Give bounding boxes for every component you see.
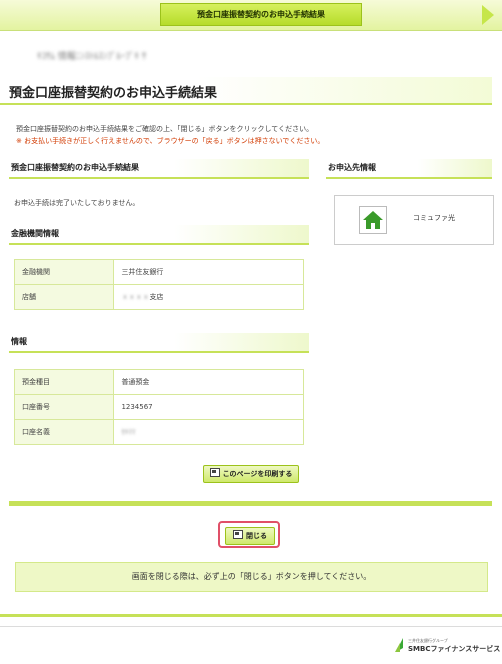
table-row: 預金種目 普通預金 (13, 369, 304, 395)
intro-text: 預金口座振替契約のお申込手続結果をご確認の上、「閉じる」ボタンをクリックしてくだ… (16, 123, 324, 147)
home-icon (359, 206, 387, 234)
intro-line: 預金口座振替契約のお申込手続結果をご確認の上、「閉じる」ボタンをクリックしてくだ… (16, 125, 314, 133)
table-row: 口座番号 1234567 (13, 394, 304, 420)
result-heading-text: 預金口座振替契約のお申込手続結果 (11, 163, 139, 172)
merchant-name: コミュファ光 (413, 214, 455, 222)
table-row: 口座名義 ｾｷﾏﾏ (13, 419, 304, 445)
step-arrow-icon (482, 5, 494, 25)
page-title-text: 預金口座振替契約のお申込手続結果 (9, 86, 218, 101)
print-button-label: このページを印刷する (222, 470, 293, 478)
result-message: お申込手続は完了いたしておりません。 (14, 199, 140, 207)
table-value: 普通預金 (113, 369, 304, 395)
printer-icon (209, 468, 220, 477)
intro-warning: ※ お支払い手続きが正しく行えませんので、ブラウザーの「戻る」ボタンは押さないで… (16, 137, 325, 145)
merchant-heading-text: お申込先情報 (328, 163, 376, 172)
step-bar: 預金口座振替契約のお申込手続結果 (0, 0, 502, 31)
table-key: 預金種目 (13, 369, 115, 395)
bank-info-table: 金融機関 三井住友銀行 店舗 ｘｘｘｘ支店 (13, 259, 304, 310)
close-notice: 画面を閉じる際は、必ず上の「閉じる」ボタンを押してください。 (15, 562, 488, 592)
table-value: ｾｷﾏﾏ (113, 419, 304, 445)
table-row: 店舗 ｘｘｘｘ支店 (13, 284, 304, 310)
masked-account-name: ｾｷﾏﾏ (121, 428, 136, 436)
page-title: 預金口座振替契約のお申込手続結果 (0, 77, 492, 105)
result-section-heading: 預金口座振替契約のお申込手続結果 (9, 159, 309, 179)
account-section-heading: 情報 (9, 333, 309, 353)
table-key: 金融機関 (13, 259, 115, 285)
footer-line (0, 626, 502, 627)
step-label: 預金口座振替契約のお申込手続結果 (160, 3, 362, 26)
masked-user-name: ｷｺｻﾑ 情報ﾆﾝｽﾄﾙｽﾝﾌﾟﾙｰﾌﾟｷ ｻ (37, 52, 147, 61)
account-heading-text: 情報 (11, 337, 27, 346)
branch-suffix: 支店 (149, 293, 164, 301)
merchant-section-heading: お申込先情報 (326, 159, 492, 179)
bank-heading-text: 金融機関情報 (11, 229, 59, 238)
company-logo: 三井住友銀行グループ SMBCファイナンスサービス (394, 636, 502, 660)
table-value: 1234567 (113, 394, 304, 420)
table-value: ｘｘｘｘ支店 (113, 284, 304, 310)
footer-divider (0, 614, 502, 617)
close-icon (233, 530, 243, 539)
main-divider (9, 501, 492, 506)
merchant-box: コミュファ光 (334, 195, 494, 245)
table-key: 店舗 (13, 284, 115, 310)
bank-section-heading: 金融機関情報 (9, 225, 309, 245)
company-name: SMBCファイナンスサービス (408, 645, 501, 653)
table-row: 金融機関 三井住友銀行 (13, 259, 304, 285)
smbc-logo-icon (395, 638, 403, 652)
table-key: 口座番号 (13, 394, 115, 420)
close-button[interactable]: 閉じる (225, 527, 275, 545)
print-page-button[interactable]: このページを印刷する (203, 465, 299, 483)
table-key: 口座名義 (13, 419, 115, 445)
table-value: 三井住友銀行 (113, 259, 304, 285)
close-button-label: 閉じる (246, 532, 267, 540)
masked-branch: ｘｘｘｘ (121, 293, 150, 301)
account-info-table: 預金種目 普通預金 口座番号 1234567 口座名義 ｾｷﾏﾏ (13, 369, 304, 445)
